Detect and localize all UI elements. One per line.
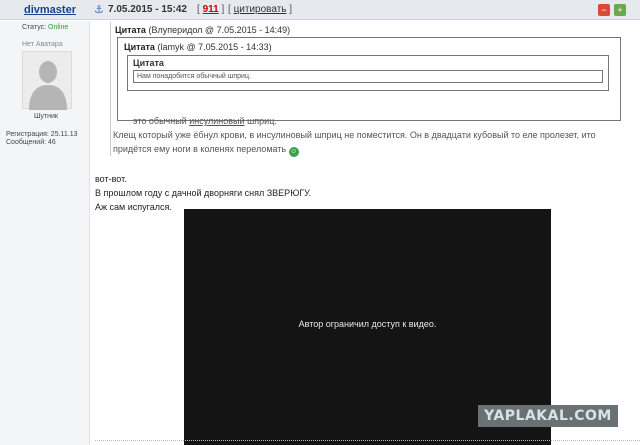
deep-quote-text: Нам понадобится обычный шприц. <box>133 70 603 83</box>
inner-quote: Цитата (lamyk @ 7.05.2015 - 14:33) Цитат… <box>117 37 621 126</box>
rating-close-bracket: ] <box>221 4 225 15</box>
user-rank: Шутник <box>34 113 58 120</box>
user-panel: Статус: Online Нет Аватара Шутник Регист… <box>0 21 90 445</box>
anchor-icon[interactable]: ⚓ <box>94 3 104 16</box>
deep-quote-title: Цитата <box>133 58 164 68</box>
rating-wrapper: [ 911 ] <box>197 4 224 15</box>
outer-quote-title: Цитата <box>115 25 146 35</box>
outer-quote-text: Клещ который уже ёбнул крови, в инсулино… <box>113 128 621 157</box>
deep-quote: Цитата Нам понадобится обычный шприц. <box>127 55 609 91</box>
outer-quote: Цитата (Влупеpидол @ 7.05.2015 - 14:49) … <box>110 22 622 157</box>
video-restricted-message: Автор ограничил доступ к видео. <box>298 319 437 329</box>
post-text-line: Аж сам испугался. <box>95 202 172 212</box>
inner-quote-text: это обычный инсулиновый шприц. <box>133 116 277 126</box>
post-header: divmaster ⚓ 7.05.2015 - 15:42 [ 911 ] [ … <box>0 0 640 20</box>
quote-open-bracket: [ <box>228 4 231 15</box>
avatar <box>22 51 72 110</box>
no-avatar-label: Нет Аватара <box>22 41 63 48</box>
quote-wrapper: [ цитировать ] <box>228 4 292 15</box>
smiley-icon: ☺ <box>288 147 299 157</box>
status-online: Online <box>48 24 69 31</box>
inner-quote-text-before: это обычный <box>133 116 190 126</box>
outer-quote-body: Клещ который уже ёбнул крови, в инсулино… <box>113 130 596 154</box>
plus-vote-icon[interactable]: + <box>614 4 626 16</box>
inner-quote-author: (lamyk @ 7.05.2015 - 14:33) <box>157 42 272 52</box>
status-label: Статус: <box>22 24 47 31</box>
post-text-line: вот-вот. <box>95 174 127 184</box>
quote-button[interactable]: цитировать <box>234 4 287 15</box>
registration-date: Регистрация: 25.11.13 <box>6 131 78 138</box>
inner-quote-text-after: шприц. <box>244 116 277 126</box>
post-date: 7.05.2015 - 15:42 <box>108 4 187 15</box>
outer-quote-author: (Влупеpидол @ 7.05.2015 - 14:49) <box>148 25 291 35</box>
username-link[interactable]: divmaster <box>24 4 76 16</box>
rating-value[interactable]: 911 <box>203 4 219 15</box>
outer-quote-header: Цитата (Влупеpидол @ 7.05.2015 - 14:49) <box>115 25 290 35</box>
minus-vote-icon[interactable]: − <box>598 4 610 16</box>
post-text-line: В прошлом году с дачной дворняги снял ЗВ… <box>95 188 312 198</box>
user-status: Статус: Online <box>22 24 68 31</box>
next-post-divider <box>95 440 640 445</box>
quote-close-bracket: ] <box>289 4 293 15</box>
avatar-silhouette-icon <box>29 61 67 110</box>
message-count: Сообщений: 46 <box>6 139 56 146</box>
inner-quote-header: Цитата (lamyk @ 7.05.2015 - 14:33) <box>124 42 272 52</box>
site-watermark: YAPLAKAL.COM <box>478 405 618 427</box>
inner-quote-link[interactable]: инсулиновый <box>189 116 244 126</box>
rating-open-bracket: [ <box>197 4 200 15</box>
inner-quote-title: Цитата <box>124 42 155 52</box>
